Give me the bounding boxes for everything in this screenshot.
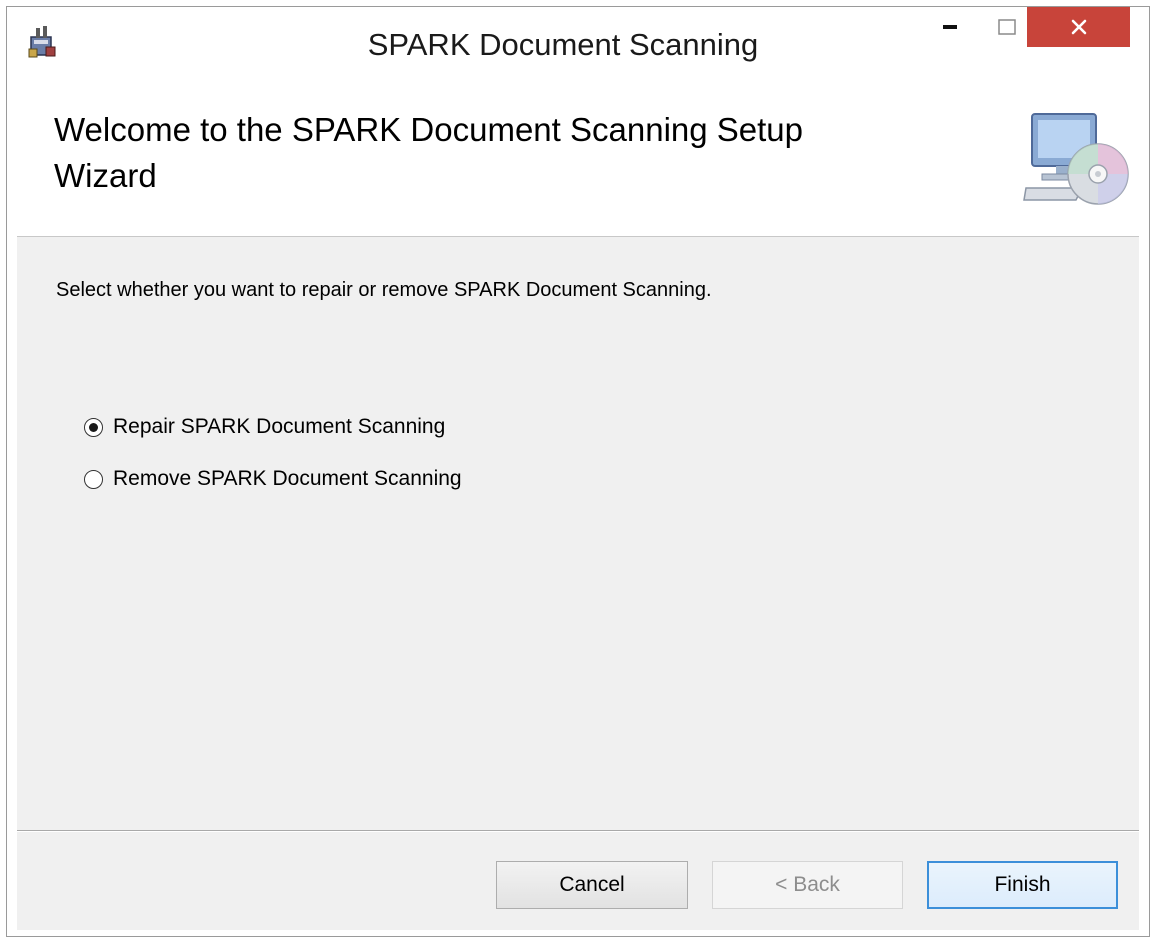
maximize-icon [998,19,1016,35]
repair-option[interactable]: Repair SPARK Document Scanning [84,415,445,439]
setup-window: SPARK Document Scanning Welcome to the S… [6,6,1150,937]
minimize-icon [943,25,957,29]
wizard-title: Welcome to the SPARK Document Scanning S… [54,111,804,194]
repair-option-label: Repair SPARK Document Scanning [113,415,446,438]
remove-option-label: Remove SPARK Document Scanning [113,467,462,490]
wizard-body: Select whether you want to repair or rem… [17,237,1139,831]
wizard-banner: Welcome to the SPARK Document Scanning S… [17,82,1139,237]
repair-radio[interactable] [84,417,103,437]
minimize-button[interactable] [922,7,978,47]
title-bar[interactable]: SPARK Document Scanning [7,7,1149,82]
instruction-text: Select whether you want to repair or rem… [56,279,712,301]
radio-selected-dot [89,422,98,432]
wizard-footer: Cancel < Back Finish [17,831,1139,930]
back-button[interactable]: < Back [712,861,903,909]
remove-radio[interactable] [84,469,103,489]
remove-option[interactable]: Remove SPARK Document Scanning [84,467,462,491]
finish-button[interactable]: Finish [927,861,1118,909]
maximize-button[interactable] [982,7,1032,47]
cancel-button[interactable]: Cancel [496,861,688,909]
close-button[interactable] [1027,7,1130,47]
computer-cd-icon [1023,113,1129,205]
close-icon [1071,19,1086,35]
